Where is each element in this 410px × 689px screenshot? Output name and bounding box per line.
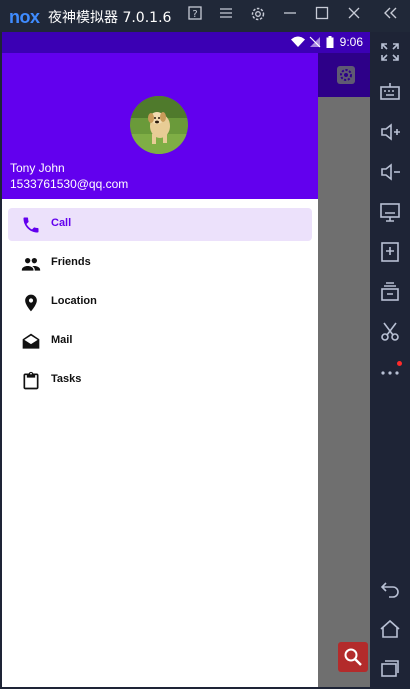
user-email: 1533761530@qq.com: [10, 177, 129, 191]
menu-item-call[interactable]: Call: [8, 208, 312, 241]
volume-down-icon[interactable]: [378, 160, 402, 184]
menu-item-mail[interactable]: Mail: [8, 325, 312, 358]
install-apk-icon[interactable]: [378, 240, 402, 264]
wifi-icon: [291, 36, 305, 47]
search-icon: [344, 648, 362, 666]
status-bar: 9:06: [2, 32, 370, 53]
settings-action-icon[interactable]: [336, 65, 356, 85]
settings-icon[interactable]: [248, 6, 268, 26]
emulator-title: 夜神模拟器 7.0.1.6: [48, 10, 172, 26]
drawer-header: Tony John 1533761530@qq.com: [2, 53, 318, 199]
close-icon[interactable]: [344, 6, 364, 26]
collapse-sidebar-icon[interactable]: [380, 6, 400, 26]
drawer-menu: Call Friends Location Mail Tasks: [8, 208, 312, 403]
status-time: 9:06: [339, 35, 363, 49]
menu-item-label: Call: [51, 217, 72, 229]
menu-item-label: Tasks: [51, 373, 82, 385]
svg-text:?: ?: [192, 9, 197, 20]
clipboard-icon: [21, 371, 41, 391]
user-name: Tony John: [10, 161, 65, 175]
emulator-title-bar: nox 夜神模拟器 7.0.1.6 ?: [0, 0, 410, 32]
fullscreen-icon[interactable]: [378, 40, 402, 64]
scissors-icon[interactable]: [378, 320, 402, 344]
notification-dot: [397, 361, 402, 366]
phone-icon: [21, 215, 41, 235]
menu-item-tasks[interactable]: Tasks: [8, 364, 312, 397]
emulator-toolbar: [370, 32, 410, 689]
back-icon[interactable]: [378, 577, 402, 601]
menu-item-label: Mail: [51, 334, 73, 346]
nox-logo: nox: [9, 7, 40, 27]
menu-item-label: Location: [51, 295, 97, 307]
menu-item-location[interactable]: Location: [8, 286, 312, 319]
help-icon[interactable]: ?: [185, 6, 205, 26]
multi-instance-icon[interactable]: [378, 280, 402, 304]
menu-item-label: Friends: [51, 256, 91, 268]
home-icon[interactable]: [378, 617, 402, 641]
location-pin-icon: [21, 293, 41, 313]
menu-item-friends[interactable]: Friends: [8, 247, 312, 280]
phone-screen: 9:06 Tony John 1533761530@qq.com Call Fr…: [2, 32, 370, 687]
screen-icon[interactable]: [378, 200, 402, 224]
menu-icon[interactable]: [216, 6, 236, 26]
maximize-icon[interactable]: [312, 6, 332, 26]
no-signal-icon: [309, 36, 321, 48]
avatar[interactable]: [130, 96, 188, 154]
mail-open-icon: [21, 332, 41, 352]
keyboard-icon[interactable]: [378, 80, 402, 104]
search-fab[interactable]: [338, 642, 368, 672]
volume-up-icon[interactable]: [378, 120, 402, 144]
people-icon: [21, 254, 41, 274]
minimize-icon[interactable]: [280, 6, 300, 26]
battery-icon: [326, 36, 334, 48]
recent-apps-icon[interactable]: [378, 656, 402, 680]
navigation-drawer: Tony John 1533761530@qq.com Call Friends: [2, 53, 318, 687]
